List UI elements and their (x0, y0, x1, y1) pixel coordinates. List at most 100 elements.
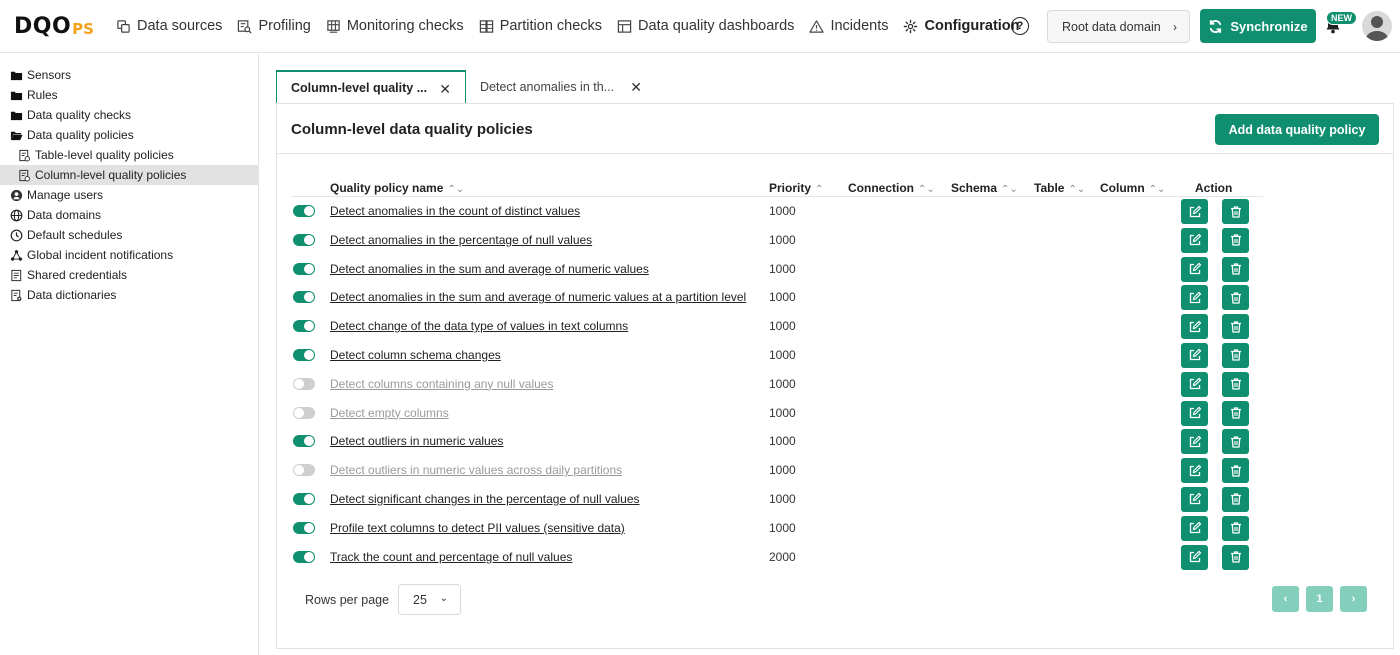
delete-policy-button[interactable] (1222, 371, 1249, 397)
prev-page-button[interactable]: ‹ (1272, 586, 1299, 612)
sidebar-item-data-quality-checks[interactable]: Data quality checks (0, 105, 258, 125)
dqops-logo[interactable]: DQO PS (14, 12, 94, 40)
edit-policy-button[interactable] (1181, 458, 1208, 484)
nav-item-label: Partition checks (499, 18, 603, 34)
help-icon[interactable]: ? (1011, 17, 1029, 35)
sidebar-item-shared-credentials[interactable]: Shared credentials (0, 265, 258, 285)
delete-policy-button[interactable] (1222, 256, 1249, 282)
tab-2[interactable]: Detect anomalies in th... ✕ (466, 70, 656, 104)
policy-enabled-toggle[interactable] (293, 233, 315, 246)
policy-enabled-toggle[interactable] (293, 406, 315, 419)
edit-policy-button[interactable] (1181, 285, 1208, 311)
policy-enabled-toggle[interactable] (293, 521, 315, 534)
policy-name-link[interactable]: Detect change of the data type of values… (330, 319, 628, 333)
policy-name-link[interactable]: Detect anomalies in the sum and average … (330, 290, 746, 304)
edit-policy-button[interactable] (1181, 544, 1208, 570)
edit-policy-button[interactable] (1181, 429, 1208, 455)
header-table[interactable]: Table ⌃⌄ (1034, 181, 1085, 195)
trash-icon (1229, 291, 1243, 305)
sidebar-item-data-domains[interactable]: Data domains (0, 205, 258, 225)
nav-item-data-sources[interactable]: Data sources (116, 18, 222, 34)
edit-policy-button[interactable] (1181, 314, 1208, 340)
policy-enabled-toggle[interactable] (293, 348, 315, 361)
policy-name-link[interactable]: Detect significant changes in the percen… (330, 492, 640, 506)
policy-enabled-toggle[interactable] (293, 492, 315, 505)
tab-1[interactable]: Column-level quality ... ✕ (276, 70, 466, 104)
nav-item-monitoring-checks[interactable]: Monitoring checks (326, 18, 464, 34)
delete-policy-button[interactable] (1222, 515, 1249, 541)
header-schema[interactable]: Schema ⌃⌄ (951, 181, 1018, 195)
policy-name-link[interactable]: Detect anomalies in the percentage of nu… (330, 233, 592, 247)
policy-name-link[interactable]: Detect column schema changes (330, 348, 501, 362)
edit-policy-button[interactable] (1181, 486, 1208, 512)
policy-enabled-toggle[interactable] (293, 464, 315, 477)
user-avatar[interactable] (1362, 11, 1392, 41)
header-connection[interactable]: Connection ⌃⌄ (848, 181, 935, 195)
delete-policy-button[interactable] (1222, 429, 1249, 455)
policy-priority: 1000 (769, 290, 796, 305)
header-quality-policy-name[interactable]: Quality policy name ⌃⌄ (330, 181, 464, 195)
policy-name-link[interactable]: Detect empty columns (330, 406, 449, 420)
policy-name-link[interactable]: Profile text columns to detect PII value… (330, 521, 625, 535)
policy-name-link[interactable]: Detect anomalies in the sum and average … (330, 262, 649, 276)
delete-policy-button[interactable] (1222, 486, 1249, 512)
sidebar-item-rules[interactable]: Rules (0, 85, 258, 105)
delete-policy-button[interactable] (1222, 544, 1249, 570)
policy-enabled-toggle[interactable] (293, 291, 315, 304)
data-domain-selector[interactable]: Root data domain › (1047, 10, 1190, 43)
edit-policy-button[interactable] (1181, 342, 1208, 368)
policy-name-link[interactable]: Track the count and percentage of null v… (330, 550, 572, 564)
nav-item-partition-checks[interactable]: Partition checks (479, 18, 602, 34)
delete-policy-button[interactable] (1222, 199, 1249, 224)
sidebar-item-data-dictionaries[interactable]: Data dictionaries (0, 285, 258, 305)
header-priority[interactable]: Priority ⌃ (769, 181, 823, 195)
policy-name-link[interactable]: Detect outliers in numeric values across… (330, 463, 622, 477)
trash-icon (1229, 377, 1243, 391)
policy-enabled-toggle[interactable] (293, 262, 315, 275)
sidebar-item-sensors[interactable]: Sensors (0, 65, 258, 85)
policy-enabled-toggle[interactable] (293, 205, 315, 217)
delete-policy-button[interactable] (1222, 314, 1249, 340)
delete-policy-button[interactable] (1222, 227, 1249, 253)
policy-name-link[interactable]: Detect anomalies in the count of distinc… (330, 204, 580, 218)
add-data-quality-policy-button[interactable]: Add data quality policy (1215, 114, 1379, 145)
sidebar-item-global-incident-notifications[interactable]: Global incident notifications (0, 245, 258, 265)
close-icon[interactable]: ✕ (439, 81, 451, 98)
policy-enabled-toggle[interactable] (293, 550, 315, 563)
nav-item-configuration[interactable]: Configuration (903, 18, 1020, 34)
policy-enabled-toggle[interactable] (293, 377, 315, 390)
sidebar-item-table-level-quality-policies[interactable]: Table-level quality policies (0, 145, 258, 165)
delete-policy-button[interactable] (1222, 342, 1249, 368)
sidebar-item-column-level-quality-policies[interactable]: Column-level quality policies (0, 165, 258, 185)
policies-panel: Column-level data quality policies Add d… (276, 103, 1394, 649)
nav-item-profiling[interactable]: Profiling (237, 18, 311, 34)
policy-name-link[interactable]: Detect columns containing any null value… (330, 377, 553, 391)
sidebar-item-default-schedules[interactable]: Default schedules (0, 225, 258, 245)
sidebar-item-data-quality-policies[interactable]: Data quality policies (0, 125, 258, 145)
edit-policy-button[interactable] (1181, 400, 1208, 426)
policy-enabled-toggle[interactable] (293, 320, 315, 333)
delete-policy-button[interactable] (1222, 285, 1249, 311)
policy-name-link[interactable]: Detect outliers in numeric values (330, 434, 503, 448)
edit-policy-button[interactable] (1181, 199, 1208, 224)
delete-policy-button[interactable] (1222, 458, 1249, 484)
edit-policy-button[interactable] (1181, 371, 1208, 397)
partition-icon (479, 19, 500, 34)
synchronize-button[interactable]: Synchronize (1200, 9, 1316, 43)
nav-item-data-quality-dashboards[interactable]: Data quality dashboards (617, 18, 794, 34)
table-row: Detect significant changes in the percen… (291, 485, 1263, 514)
policy-enabled-toggle[interactable] (293, 435, 315, 448)
policy-file-icon (18, 149, 35, 162)
page-1-button[interactable]: 1 (1306, 586, 1333, 612)
header-column[interactable]: Column ⌃⌄ (1100, 181, 1165, 195)
edit-policy-button[interactable] (1181, 256, 1208, 282)
delete-policy-button[interactable] (1222, 400, 1249, 426)
nav-item-incidents[interactable]: Incidents (809, 18, 888, 34)
next-page-button[interactable]: › (1340, 586, 1367, 612)
rows-per-page-select[interactable]: 25 ⌄ (398, 584, 461, 615)
table-row: Detect change of the data type of values… (291, 312, 1263, 341)
sidebar-item-manage-users[interactable]: Manage users (0, 185, 258, 205)
edit-policy-button[interactable] (1181, 515, 1208, 541)
close-icon[interactable]: ✕ (630, 79, 642, 96)
edit-policy-button[interactable] (1181, 227, 1208, 253)
